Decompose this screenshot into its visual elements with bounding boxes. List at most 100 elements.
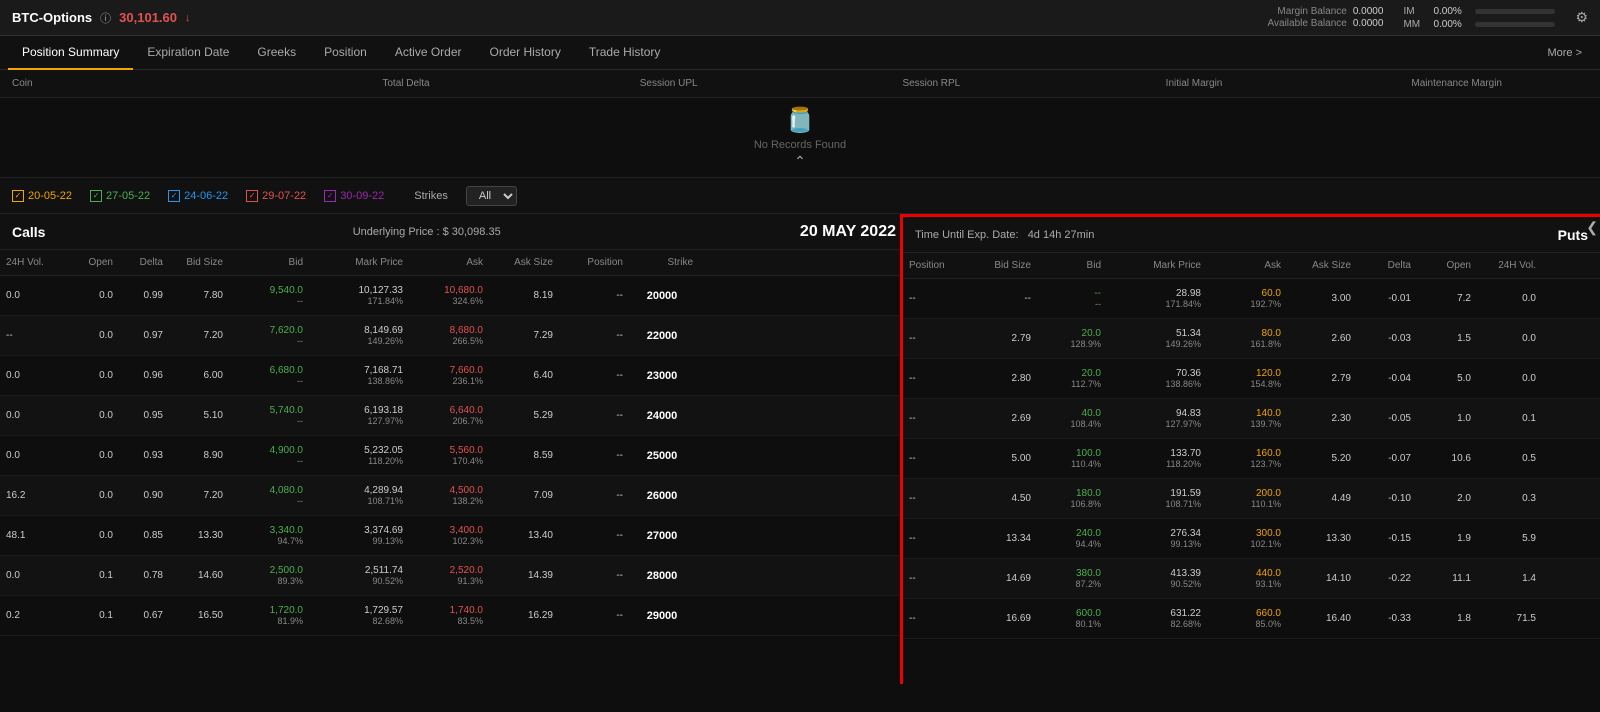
cell-vol24h: 0.0 (1475, 293, 1540, 304)
cell-position: -- (905, 493, 965, 504)
more-button[interactable]: More > (1537, 47, 1592, 59)
cell-open: 1.0 (1415, 413, 1475, 424)
settings-icon[interactable]: ⚙ (1575, 9, 1588, 26)
tab-order-history[interactable]: Order History (476, 36, 575, 70)
initial-margin-header: Initial Margin (1063, 78, 1326, 89)
table-row[interactable]: 0.0 0.0 0.99 7.80 9,540.0 -- 10,127.33 1… (0, 276, 900, 316)
table-row[interactable]: -- -- -- -- 28.98 171.84% 60.0 192.7% 3.… (903, 279, 1600, 319)
cell-position: -- (557, 370, 627, 381)
puts-side: ❮ Time Until Exp. Date: 4d 14h 27min Put… (900, 214, 1600, 684)
collapse-arrow-icon[interactable]: ⌃ (794, 153, 806, 170)
table-row[interactable]: -- 13.34 240.0 94.4% 276.34 99.13% 300.0… (903, 519, 1600, 559)
cell-ask: 440.0 93.1% (1205, 559, 1285, 598)
cell-bid: 20.0 112.7% (1035, 359, 1105, 398)
cell-delta: 0.93 (117, 450, 167, 461)
table-row[interactable]: 48.1 0.0 0.85 13.30 3,340.0 94.7% 3,374.… (0, 516, 900, 556)
cell-ask-size: 6.40 (487, 370, 557, 381)
maintenance-margin-header: Maintenance Margin (1325, 78, 1588, 89)
tab-trade-history[interactable]: Trade History (575, 36, 675, 70)
date-filter-24-06-22[interactable]: ✓ 24-06-22 (168, 190, 228, 202)
table-row[interactable]: 0.2 0.1 0.67 16.50 1,720.0 81.9% 1,729.5… (0, 596, 900, 636)
coin-header: Coin (12, 78, 275, 89)
table-row[interactable]: 0.0 0.1 0.78 14.60 2,500.0 89.3% 2,511.7… (0, 556, 900, 596)
cell-bid-size: 2.79 (965, 333, 1035, 344)
cell-ask: 4,500.0 138.2% (407, 476, 487, 515)
checkbox-icon: ✓ (246, 190, 258, 202)
table-row[interactable]: -- 5.00 100.0 110.4% 133.70 118.20% 160.… (903, 439, 1600, 479)
cell-vol24h: -- (2, 330, 62, 341)
cell-position: -- (557, 490, 627, 501)
table-row[interactable]: 0.0 0.0 0.96 6.00 6,680.0 -- 7,168.71 13… (0, 356, 900, 396)
date-filter-20-05-22[interactable]: ✓ 20-05-22 (12, 190, 72, 202)
cell-ask: 10,680.0 324.6% (407, 276, 487, 315)
table-row[interactable]: -- 2.79 20.0 128.9% 51.34 149.26% 80.0 1… (903, 319, 1600, 359)
cell-bid-size: 4.50 (965, 493, 1035, 504)
cell-vol24h: 16.2 (2, 490, 62, 501)
cell-strike: 29000 (627, 610, 697, 622)
cell-vol24h: 0.0 (2, 450, 62, 461)
table-row[interactable]: -- 14.69 380.0 87.2% 413.39 90.52% 440.0… (903, 559, 1600, 599)
cell-ask-size: 13.40 (487, 530, 557, 541)
cell-vol24h: 0.0 (2, 570, 62, 581)
cell-vol24h: 0.3 (1475, 493, 1540, 504)
cell-bid: 2,500.0 89.3% (227, 556, 307, 595)
cell-open: 0.0 (62, 290, 117, 301)
tab-greeks[interactable]: Greeks (243, 36, 310, 70)
table-row[interactable]: -- 0.0 0.97 7.20 7,620.0 -- 8,149.69 149… (0, 316, 900, 356)
cell-bid: 600.0 80.1% (1035, 599, 1105, 638)
table-row[interactable]: -- 4.50 180.0 106.8% 191.59 108.71% 200.… (903, 479, 1600, 519)
tab-position-summary[interactable]: Position Summary (8, 36, 133, 70)
info-icon[interactable]: ⓘ (100, 10, 111, 26)
cell-bid: 9,540.0 -- (227, 276, 307, 315)
table-row[interactable]: 0.0 0.0 0.95 5.10 5,740.0 -- 6,193.18 12… (0, 396, 900, 436)
tab-position[interactable]: Position (310, 36, 381, 70)
tab-expiration-date[interactable]: Expiration Date (133, 36, 243, 70)
cell-delta: 0.96 (117, 370, 167, 381)
checkbox-icon: ✓ (12, 190, 24, 202)
cell-vol24h: 0.5 (1475, 453, 1540, 464)
mm-pct: 0.00% (1433, 19, 1469, 30)
cell-delta: -0.22 (1355, 573, 1415, 584)
date-label-1: 20-05-22 (28, 190, 72, 202)
cell-strike: 26000 (627, 490, 697, 502)
cell-bid: 100.0 110.4% (1035, 439, 1105, 478)
table-row[interactable]: 16.2 0.0 0.90 7.20 4,080.0 -- 4,289.94 1… (0, 476, 900, 516)
strikes-select[interactable]: All 10 20 (466, 186, 517, 206)
cell-ask-size: 13.30 (1285, 533, 1355, 544)
cell-bid: 7,620.0 -- (227, 316, 307, 355)
no-records-text: No Records Found (754, 139, 846, 151)
cell-position: -- (905, 573, 965, 584)
options-area: Calls Underlying Price : $ 30,098.35 20 … (0, 214, 1600, 684)
calls-hdr-ask-size: Ask Size (487, 257, 557, 268)
cell-mark: 6,193.18 127.97% (307, 396, 407, 435)
btc-price: 30,101.60 (119, 10, 177, 25)
cell-strike: 20000 (627, 290, 697, 302)
cell-open: 0.0 (62, 330, 117, 341)
table-row[interactable]: 0.0 0.0 0.93 8.90 4,900.0 -- 5,232.05 11… (0, 436, 900, 476)
cell-ask: 3,400.0 102.3% (407, 516, 487, 555)
cell-ask: 6,640.0 206.7% (407, 396, 487, 435)
cell-bid: 240.0 94.4% (1035, 519, 1105, 558)
cell-open: 0.1 (62, 570, 117, 581)
mm-row: MM 0.00% (1403, 19, 1555, 30)
table-row[interactable]: -- 16.69 600.0 80.1% 631.22 82.68% 660.0… (903, 599, 1600, 639)
date-filter-27-05-22[interactable]: ✓ 27-05-22 (90, 190, 150, 202)
table-row[interactable]: -- 2.69 40.0 108.4% 94.83 127.97% 140.0 … (903, 399, 1600, 439)
table-row[interactable]: -- 2.80 20.0 112.7% 70.36 138.86% 120.0 … (903, 359, 1600, 399)
puts-collapse-button[interactable]: ❮ (1586, 219, 1598, 236)
cell-mark: 1,729.57 82.68% (307, 596, 407, 635)
cell-position: -- (557, 610, 627, 621)
date-filter-29-07-22[interactable]: ✓ 29-07-22 (246, 190, 306, 202)
date-filter-30-09-22[interactable]: ✓ 30-09-22 (324, 190, 384, 202)
calls-rows: 0.0 0.0 0.99 7.80 9,540.0 -- 10,127.33 1… (0, 276, 900, 636)
cell-mark: 3,374.69 99.13% (307, 516, 407, 555)
cell-bid: 6,680.0 -- (227, 356, 307, 395)
cell-bid: 3,340.0 94.7% (227, 516, 307, 555)
tab-active-order[interactable]: Active Order (381, 36, 476, 70)
cell-mark: 10,127.33 171.84% (307, 276, 407, 315)
cell-mark: 7,168.71 138.86% (307, 356, 407, 395)
puts-hdr-position: Position (905, 260, 965, 271)
cell-bid-size: 8.90 (167, 450, 227, 461)
options-date-label: 20 MAY 2022 (800, 223, 896, 241)
cell-vol24h: 0.2 (2, 610, 62, 621)
